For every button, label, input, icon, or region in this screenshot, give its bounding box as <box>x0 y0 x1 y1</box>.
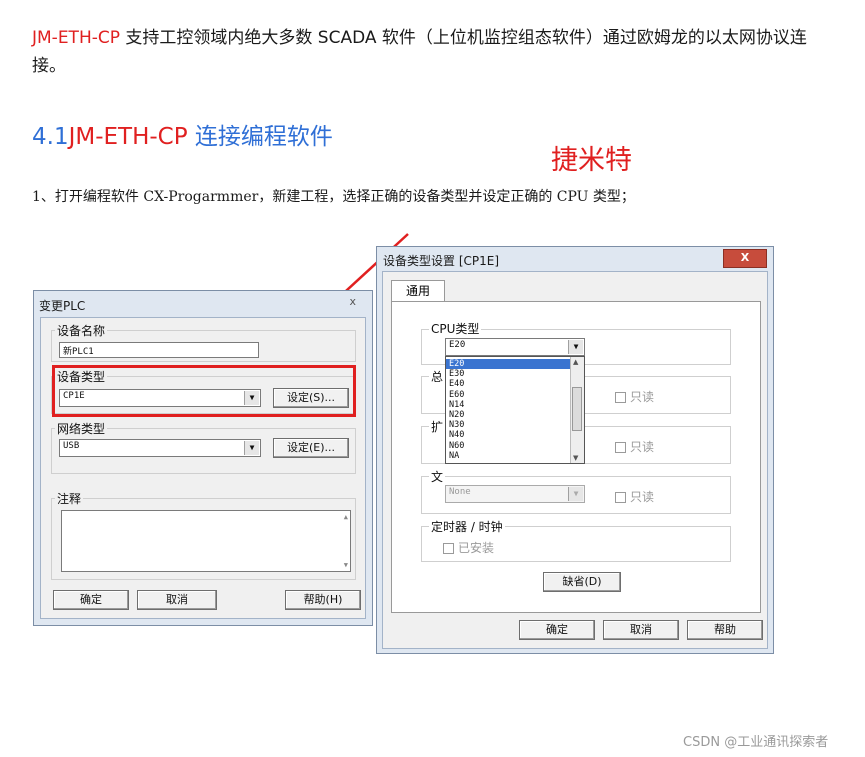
cpu-type-value: E20 <box>449 340 466 350</box>
notes-label: 注释 <box>55 490 84 507</box>
cpu-option-e20[interactable]: E20 <box>446 359 570 370</box>
ok-button[interactable]: 确定 <box>519 620 595 640</box>
readonly-checkbox-1[interactable]: 只读 <box>615 388 654 405</box>
change-plc-dialog: 变更PLC ⅹ 设备名称 新PLC1 设备类型 CP1E ▼ 设定(S)... … <box>33 290 373 626</box>
scroll-down-icon[interactable]: ▼ <box>344 561 348 569</box>
device-type-settings-dialog: 设备类型设置 [CP1E] X 通用 CPU类型 E20 ▼ 总 只读 扩 只读… <box>376 246 774 654</box>
device-name-label: 设备名称 <box>55 322 108 339</box>
close-button[interactable]: X <box>723 249 767 268</box>
cpu-option-e30[interactable]: E30 <box>446 369 570 379</box>
cpu-option-e40[interactable]: E40 <box>446 379 570 389</box>
chevron-down-icon[interactable]: ▼ <box>244 441 259 455</box>
cpu-option-na[interactable]: NA <box>446 451 570 461</box>
notes-textarea[interactable]: ▲ ▼ <box>61 510 351 572</box>
readonly-label: 只读 <box>630 440 655 454</box>
readonly-checkbox-3[interactable]: 只读 <box>615 488 654 505</box>
help-button[interactable]: 帮助 <box>687 620 763 640</box>
brand-annotation: 捷米特 <box>551 145 632 176</box>
network-type-select[interactable]: USB ▼ <box>59 439 261 457</box>
tab-general[interactable]: 通用 <box>391 280 445 302</box>
scroll-up-icon[interactable]: ▲ <box>573 358 578 366</box>
dropdown-scrollbar[interactable]: ▲ ▼ <box>570 357 584 463</box>
installed-label: 已安装 <box>458 541 495 555</box>
dialog-title: 设备类型设置 [CP1E] <box>383 254 500 268</box>
intro-paragraph: JM-ETH-CP 支持工控领域内绝大多数 SCADA 软件（上位机监控组态软件… <box>32 24 832 80</box>
checkbox-icon <box>615 492 626 503</box>
cpu-option-n60[interactable]: N60 <box>446 441 570 451</box>
step-1-text: 1、打开编程软件 CX-Progarmmer，新建工程，选择正确的设备类型并设定… <box>32 189 635 205</box>
cpu-type-select[interactable]: E20 ▼ <box>445 338 585 356</box>
cpu-options: E20 E30 E40 E60 N14 N20 N30 N40 N60 NA <box>446 359 570 461</box>
network-type-label: 网络类型 <box>55 420 108 437</box>
group-2-label: 总 <box>429 368 446 385</box>
readonly-checkbox-2[interactable]: 只读 <box>615 438 654 455</box>
help-button[interactable]: 帮助(H) <box>285 590 361 610</box>
watermark: CSDN @工业通讯探索者 <box>683 735 829 750</box>
cancel-button[interactable]: 取消 <box>603 620 679 640</box>
network-type-value: USB <box>63 441 80 451</box>
section-heading: 4.1JM-ETH-CP 连接编程软件 <box>32 117 333 151</box>
installed-checkbox[interactable]: 已安装 <box>443 539 494 556</box>
ok-button[interactable]: 确定 <box>53 590 129 610</box>
timer-clock-label: 定时器 / 时钟 <box>429 518 505 535</box>
red-highlight-box <box>52 365 356 417</box>
intro-text: 支持工控领域内绝大多数 SCADA 软件（上位机监控组态软件）通过欧姆龙的以太网… <box>32 28 807 76</box>
scroll-up-icon[interactable]: ▲ <box>344 513 348 521</box>
cancel-button[interactable]: 取消 <box>137 590 217 610</box>
default-button[interactable]: 缺省(D) <box>543 572 621 592</box>
readonly-label: 只读 <box>630 390 655 404</box>
group-3-label: 扩 <box>429 418 446 435</box>
cpu-option-n14[interactable]: N14 <box>446 400 570 410</box>
cpu-option-n30[interactable]: N30 <box>446 420 570 430</box>
cpu-option-n40[interactable]: N40 <box>446 430 570 440</box>
dialog-body: 设备名称 新PLC1 设备类型 CP1E ▼ 设定(S)... 网络类型 USB… <box>40 317 366 619</box>
none-value: None <box>449 487 471 497</box>
device-name-input[interactable]: 新PLC1 <box>59 342 259 358</box>
checkbox-icon <box>615 392 626 403</box>
checkbox-icon <box>443 543 454 554</box>
scroll-down-icon[interactable]: ▼ <box>573 454 578 462</box>
scroll-thumb[interactable] <box>572 387 582 431</box>
heading-number: 4.1 <box>32 124 69 150</box>
heading-product: JM-ETH-CP <box>68 124 188 150</box>
file-type-select[interactable]: None ▼ <box>445 485 585 503</box>
chevron-down-icon[interactable]: ▼ <box>568 340 583 354</box>
chevron-down-icon[interactable]: ▼ <box>568 487 583 501</box>
dialog-title: 变更PLC <box>39 299 86 313</box>
cpu-option-n20[interactable]: N20 <box>446 410 570 420</box>
intro-product-name: JM-ETH-CP <box>32 28 120 48</box>
cpu-option-e60[interactable]: E60 <box>446 390 570 400</box>
network-settings-button[interactable]: 设定(E)... <box>273 438 349 458</box>
group-4-label: 文 <box>429 468 446 485</box>
close-icon[interactable]: ⅹ <box>349 295 356 308</box>
checkbox-icon <box>615 442 626 453</box>
cpu-type-dropdown-list[interactable]: E20 E30 E40 E60 N14 N20 N30 N40 N60 NA ▲ ▼ <box>445 356 585 464</box>
cpu-type-label: CPU类型 <box>429 320 482 337</box>
readonly-label: 只读 <box>630 490 655 504</box>
heading-text: 连接编程软件 <box>187 124 333 150</box>
dialog-body: 通用 CPU类型 E20 ▼ 总 只读 扩 只读 文 None ▼ 只读 定时器… <box>382 271 768 649</box>
